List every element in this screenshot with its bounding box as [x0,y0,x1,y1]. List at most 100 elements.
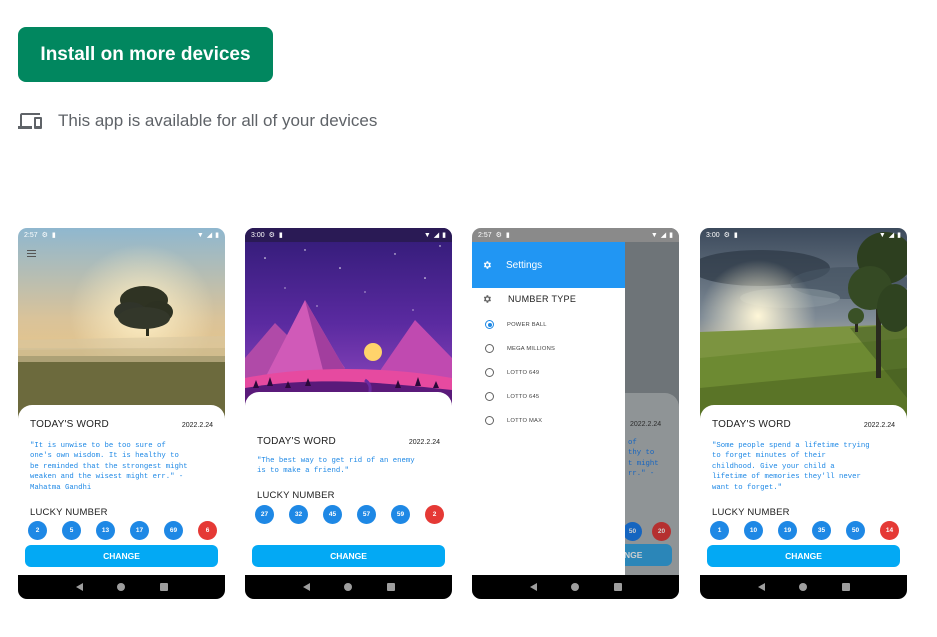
devices-icon [18,113,42,129]
status-bar: 3:00 ⚙ ▮ ▼ ◢ ▮ [245,228,452,242]
peek-number-ball: 50 [623,522,642,541]
lucky-number-label: LUCKY NUMBER [257,490,335,501]
word-card: TODAY'S WORD 2022.2.24 "It is unwise to … [18,405,225,575]
signal-icon: ◢ [206,231,213,239]
drawer-header: Settings [472,242,625,288]
lucky-numbers: 27 32 45 57 59 2 [255,505,444,524]
change-button[interactable]: CHANGE [252,545,445,567]
number-ball: 59 [391,505,410,524]
radio-icon[interactable] [485,344,494,353]
signal-icon: ◢ [433,231,440,239]
bonus-number-ball: 14 [880,521,899,540]
todays-word-title: TODAY'S WORD [257,436,336,447]
number-ball: 27 [255,505,274,524]
todays-word-title: TODAY'S WORD [712,419,791,430]
bonus-number-ball: 6 [198,521,217,540]
quote-text: "It is unwise to be too sure of one's ow… [30,442,188,492]
status-bar: 2:57 ⚙ ▮ ▼ ◢ ▮ [472,228,679,242]
wheat-field-image [700,228,907,428]
home-nav-icon[interactable] [116,582,126,592]
recents-nav-icon[interactable] [841,582,851,592]
recents-nav-icon[interactable] [386,582,396,592]
peek-quote: of thy to t might rr." - [628,439,659,479]
option-label: LOTTO MAX [507,417,543,424]
number-ball: 50 [846,521,865,540]
number-ball: 13 [96,521,115,540]
battery-icon: ▮ [669,231,673,239]
status-bar: 2:57 ⚙ ▮ ▼ ◢ ▮ [18,228,225,242]
screenshot-3[interactable]: 2022.2.24 of thy to t might rr." - 50 20… [472,228,679,599]
settings-gear-icon [483,261,491,269]
home-nav-icon[interactable] [798,582,808,592]
lucky-numbers: 1 10 19 35 50 14 [710,521,899,540]
sd-card-status-icon: ▮ [733,231,738,239]
screenshot-1[interactable]: 2:57 ⚙ ▮ ▼ ◢ ▮ TODAY'S WORD 2022.2.24 "I… [18,228,225,599]
settings-drawer: Settings NUMBER TYPE POWER BALL MEGA MIL… [472,228,625,599]
bonus-number-ball: 2 [425,505,444,524]
change-button[interactable]: CHANGE [25,545,218,567]
settings-status-icon: ⚙ [495,231,502,239]
option-label: LOTTO 645 [507,393,540,400]
home-nav-icon[interactable] [570,582,580,592]
number-ball: 35 [812,521,831,540]
option-lotto-645[interactable]: LOTTO 645 [485,392,539,401]
status-time: 2:57 [478,231,492,239]
option-label: MEGA MILLIONS [507,345,556,352]
radio-selected-icon[interactable] [485,320,494,329]
back-nav-icon[interactable] [528,582,538,592]
install-on-more-devices-button[interactable]: Install on more devices [18,27,273,82]
number-ball: 17 [130,521,149,540]
wifi-icon: ▼ [878,231,886,239]
drawer-title: Settings [506,259,543,271]
number-ball: 2 [28,521,47,540]
lucky-number-label: LUCKY NUMBER [712,507,790,518]
lucky-number-label: LUCKY NUMBER [30,507,108,518]
screenshot-4[interactable]: 3:00 ⚙ ▮ ▼ ◢ ▮ TODAY'S WORD 2022.2.24 "S… [700,228,907,599]
option-lotto-max[interactable]: LOTTO MAX [485,416,542,425]
lucky-numbers: 2 5 13 17 69 6 [28,521,217,540]
foggy-tree-image [18,228,225,428]
back-nav-icon[interactable] [756,582,766,592]
option-mega-millions[interactable]: MEGA MILLIONS [485,344,555,353]
todays-word-title: TODAY'S WORD [30,419,109,430]
settings-status-icon: ⚙ [723,231,730,239]
battery-icon: ▮ [897,231,901,239]
number-type-icon [483,295,491,303]
recents-nav-icon[interactable] [159,582,169,592]
menu-icon[interactable] [27,250,36,257]
number-ball: 5 [62,521,81,540]
option-label: POWER BALL [507,321,547,328]
home-nav-icon[interactable] [343,582,353,592]
quote-text: "Some people spend a lifetime trying to … [712,442,870,492]
word-card: TODAY'S WORD 2022.2.24 "The best way to … [245,392,452,575]
date-label: 2022.2.24 [181,422,213,429]
wifi-icon: ▼ [423,231,431,239]
wifi-icon: ▼ [650,231,658,239]
back-nav-icon[interactable] [74,582,84,592]
sd-card-status-icon: ▮ [278,231,283,239]
number-type-section: NUMBER TYPE [482,294,576,304]
date-label: 2022.2.24 [408,439,440,446]
android-nav-bar [700,575,907,599]
status-bar: 3:00 ⚙ ▮ ▼ ◢ ▮ [700,228,907,242]
settings-status-icon: ⚙ [268,231,275,239]
number-ball: 10 [744,521,763,540]
sd-card-status-icon: ▮ [505,231,510,239]
wifi-icon: ▼ [196,231,204,239]
back-nav-icon[interactable] [301,582,311,592]
change-button[interactable]: CHANGE [707,545,900,567]
number-ball: 32 [289,505,308,524]
option-power-ball[interactable]: POWER BALL [485,320,547,329]
radio-icon[interactable] [485,368,494,377]
recents-nav-icon[interactable] [613,582,623,592]
peek-date: 2022.2.24 [630,421,662,428]
status-time: 2:57 [24,231,38,239]
radio-icon[interactable] [485,416,494,425]
option-label: LOTTO 649 [507,369,540,376]
signal-icon: ◢ [660,231,667,239]
option-lotto-649[interactable]: LOTTO 649 [485,368,539,377]
screenshot-2[interactable]: 3:00 ⚙ ▮ ▼ ◢ ▮ TODAY'S WORD 2022.2.24 "T… [245,228,452,599]
peek-change-button: NGE [622,544,672,566]
date-label: 2022.2.24 [863,422,895,429]
radio-icon[interactable] [485,392,494,401]
